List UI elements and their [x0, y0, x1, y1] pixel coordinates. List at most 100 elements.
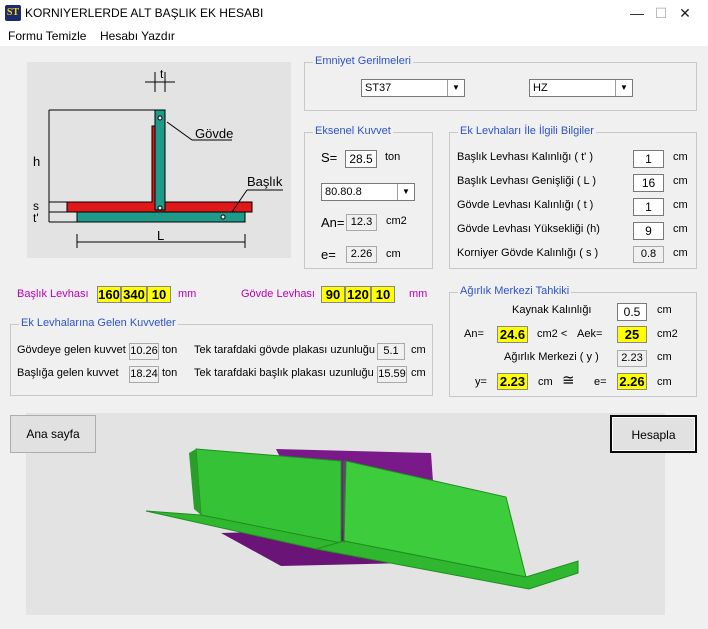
merkez-label: Ağırlık Merkezi ( y ) — [504, 351, 599, 363]
tek-baslik-value: 15.59 — [377, 366, 407, 383]
aek-label: Aek= — [577, 328, 603, 340]
section-select[interactable]: 80.80.8 ▼ — [321, 183, 415, 201]
ek-row-unit: cm — [673, 175, 688, 187]
govde-yukseklik-input[interactable]: 9 — [633, 222, 664, 240]
cm2-lt-label: cm2 < — [537, 328, 568, 340]
weld-dot — [220, 214, 226, 220]
tek-govde-value: 5.1 — [377, 343, 405, 360]
baslik-levhasi-thickness: 10 — [147, 286, 171, 303]
baslik-levhasi-width: 160 — [97, 286, 121, 303]
govde-kuvvet-unit: ton — [162, 344, 178, 356]
material-value: ST37 — [365, 82, 392, 94]
baslik-levhasi-unit: mm — [178, 288, 197, 300]
label-govde: Gövde — [195, 126, 233, 141]
chevron-down-icon[interactable]: ▼ — [397, 184, 414, 200]
agirlik-title: Ağırlık Merkezi Tahkiki — [458, 285, 572, 297]
an-value: 12.3 — [346, 214, 377, 231]
section-value: 80.80.8 — [325, 186, 362, 198]
chevron-down-icon[interactable]: ▼ — [615, 80, 632, 96]
maximize-button[interactable]: ☐ — [614, 0, 668, 27]
kaynak-unit: cm — [657, 304, 672, 316]
tek-govde-unit: cm — [411, 344, 426, 356]
govde-levhasi-length: 120 — [345, 286, 371, 303]
e-unit: cm — [386, 248, 401, 260]
section-sketch: t h s t' L Gövde Başlık — [27, 62, 291, 258]
kuvvet-title: Ek Levhalarına Gelen Kuvvetler — [19, 317, 178, 329]
aek-unit: cm2 — [657, 328, 678, 340]
s-input[interactable]: 28.5 — [345, 150, 377, 168]
govde-kuvvet-value: 10.26 — [129, 343, 159, 360]
emniyet-title: Emniyet Gerilmeleri — [313, 55, 413, 67]
baslik-levhasi-length: 340 — [121, 286, 147, 303]
flange-plate-shape — [76, 211, 246, 223]
govde-levhasi-thickness: 10 — [371, 286, 395, 303]
label-t-prime: t' — [33, 211, 39, 225]
ek-row-unit: cm — [673, 223, 688, 235]
load-case-select[interactable]: HZ ▼ — [529, 79, 633, 97]
load-case-value: HZ — [533, 82, 548, 94]
ek-row-unit: cm — [673, 151, 688, 163]
govde-levhasi-height: 90 — [321, 286, 345, 303]
ana-sayfa-button[interactable]: Ana sayfa — [10, 415, 96, 453]
weld-dot — [157, 205, 163, 211]
govde-levhasi-unit: mm — [409, 288, 428, 300]
e-value: 2.26 — [617, 373, 647, 390]
s-unit: ton — [385, 151, 401, 163]
baslik-kuvvet-value: 18.24 — [129, 366, 159, 383]
menu-formu-temizle[interactable]: Formu Temizle — [8, 29, 86, 43]
baslik-levhasi-label: Başlık Levhası — [17, 288, 89, 300]
approx-icon: ≅ — [562, 372, 575, 389]
kaynak-input[interactable]: 0.5 — [617, 303, 647, 321]
an-label: An= — [464, 328, 484, 340]
eksenel-title: Eksenel Kuvvet — [313, 125, 393, 137]
baslik-kalinlik-input[interactable]: 1 — [633, 150, 664, 168]
label-baslik: Başlık — [247, 174, 283, 189]
an-unit: cm2 — [386, 215, 407, 227]
merkez-value: 2.23 — [617, 350, 647, 367]
ek-row-label: Korniyer Gövde Kalınlığı ( s ) — [457, 247, 599, 259]
ek-title: Ek Levhaları İle İlgili Bilgiler — [458, 125, 596, 137]
chevron-down-icon[interactable]: ▼ — [447, 80, 464, 96]
an-total-value: 24.6 — [497, 326, 528, 343]
hesapla-button[interactable]: Hesapla — [610, 415, 697, 453]
ek-row-label: Gövde Levhası Yüksekliği (h) — [457, 223, 600, 235]
e-value: 2.26 — [346, 246, 377, 263]
baslik-kuvvet-unit: ton — [162, 367, 178, 379]
section-diagram: t h s t' L Gövde Başlık — [33, 67, 283, 248]
ek-row-unit: cm — [673, 199, 688, 211]
kaynak-label: Kaynak Kalınlığı — [512, 304, 592, 316]
label-L: L — [157, 228, 164, 243]
menu-hesabi-yazdir[interactable]: Hesabı Yazdır — [100, 29, 175, 43]
govde-kalinlik-input[interactable]: 1 — [633, 198, 664, 216]
baslik-genislik-input[interactable]: 16 — [633, 174, 664, 192]
y-unit: cm — [538, 376, 553, 388]
window-title: KORNIYERLERDE ALT BAŞLIK EK HESABI — [25, 6, 264, 20]
e-label: e= — [321, 247, 336, 262]
tek-govde-label: Tek tarafdaki gövde plakası uzunluğu — [194, 344, 376, 356]
aek-value: 25 — [617, 326, 647, 343]
web-plate-shape — [154, 109, 166, 211]
korniyer-kalinlik-value: 0.8 — [633, 246, 664, 263]
ek-row-label: Başlık Levhası Genişliği ( L ) — [457, 175, 596, 187]
app-icon: ST — [5, 5, 21, 21]
ek-row-label: Gövde Levhası Kalınlığı ( t ) — [457, 199, 594, 211]
tek-baslik-unit: cm — [411, 367, 426, 379]
y-label: y= — [475, 376, 487, 388]
label-h: h — [33, 154, 40, 169]
leader-line — [166, 121, 193, 141]
e-unit: cm — [657, 376, 672, 388]
close-button[interactable]: ✕ — [662, 0, 708, 27]
connection-3d-image — [26, 413, 665, 615]
ek-row-label: Başlık Levhası Kalınlığı ( t' ) — [457, 151, 593, 163]
an-label: An= — [321, 215, 345, 230]
s-label: S= — [321, 150, 338, 165]
label-t: t — [160, 67, 164, 81]
material-select[interactable]: ST37 ▼ — [361, 79, 465, 97]
e-label: e= — [594, 376, 607, 388]
govde-levhasi-label: Gövde Levhası — [241, 288, 315, 300]
merkez-unit: cm — [657, 351, 672, 363]
govde-kuvvet-label: Gövdeye gelen kuvvet — [17, 344, 126, 356]
angle-connection-illustration — [145, 448, 579, 590]
ek-row-unit: cm — [673, 247, 688, 259]
kuvvet-group: Ek Levhalarına Gelen Kuvvetler — [10, 317, 433, 396]
